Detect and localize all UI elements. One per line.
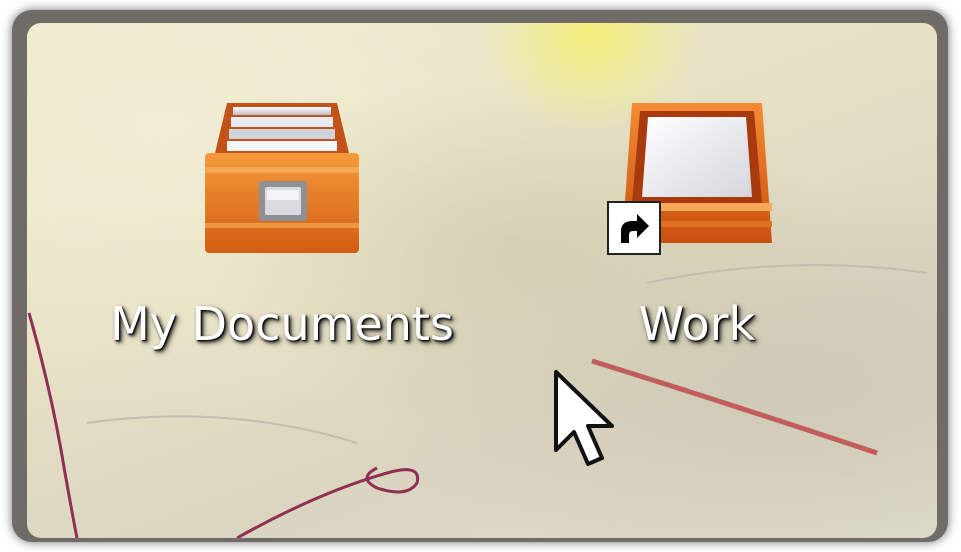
- icon-label: My Documents: [110, 297, 454, 351]
- filing-cabinet-icon: [197, 93, 367, 263]
- shortcut-arrow-icon: [607, 201, 661, 255]
- mouse-pointer-icon: [554, 370, 614, 466]
- inbox-tray-icon: [607, 93, 782, 263]
- desktop-icon-my-documents[interactable]: My Documents: [97, 93, 467, 351]
- desktop[interactable]: My Documents Work: [27, 23, 937, 538]
- desktop-icon-work[interactable]: Work: [587, 93, 807, 351]
- icon-label: Work: [638, 297, 756, 351]
